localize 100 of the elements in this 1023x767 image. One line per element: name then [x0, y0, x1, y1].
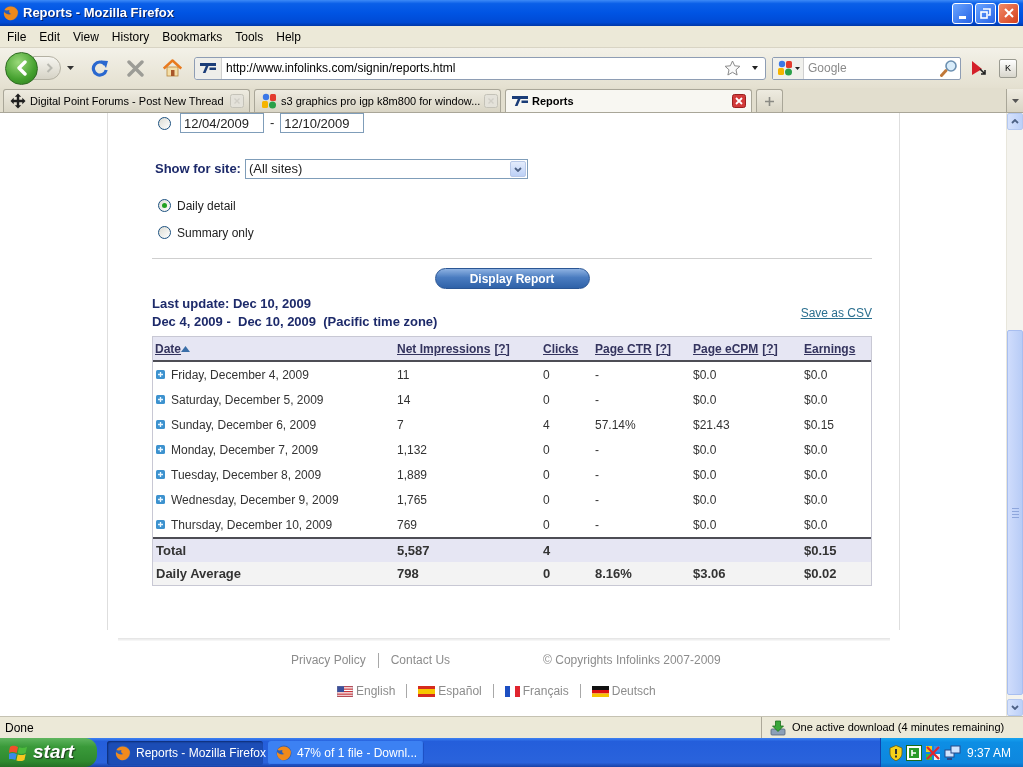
forward-button[interactable]: [33, 56, 61, 80]
dropdown-caret-icon: [1011, 98, 1019, 103]
stripes-logo-icon: [512, 93, 528, 109]
menu-item[interactable]: Help: [276, 27, 301, 46]
site-select[interactable]: (All sites): [244, 159, 528, 179]
table-cell: $0.15: [804, 417, 835, 432]
date-field[interactable]: 12/10/2009: [280, 113, 365, 133]
table-cell: Daily Average: [156, 565, 242, 581]
table-cell-text: Friday, December 4, 2009: [171, 366, 309, 384]
table-cell: $0.0: [693, 467, 717, 482]
restore-icon: [980, 7, 991, 19]
expand-icon[interactable]: [156, 495, 165, 504]
new-tab-button[interactable]: [756, 89, 783, 112]
language-link[interactable]: English: [356, 682, 396, 700]
expand-icon[interactable]: [156, 420, 165, 429]
table-cell: 1,132: [397, 442, 428, 457]
table-cell: 4: [543, 417, 550, 432]
minimize-button[interactable]: [952, 2, 973, 24]
sort-up-icon[interactable]: [181, 345, 190, 352]
search-field[interactable]: Google: [808, 60, 928, 76]
table-cell: 0: [543, 517, 550, 532]
start-button[interactable]: start: [0, 738, 97, 767]
dropdown-caret-icon[interactable]: [752, 66, 758, 70]
save-csv-link[interactable]: Save as CSV: [800, 304, 872, 322]
column-header-link[interactable]: Date: [155, 339, 190, 358]
help-link[interactable]: [?]: [494, 339, 510, 358]
download-status-text[interactable]: One active download (4 minutes remaining): [792, 719, 1005, 736]
menu-item[interactable]: Bookmarks: [162, 27, 223, 46]
stop-icon[interactable]: [127, 59, 144, 77]
tab[interactable]: s3 graphics pro igp k8m800 for window...: [254, 89, 501, 112]
close-tab-icon[interactable]: [732, 94, 746, 108]
table-cell: 1,765: [397, 492, 428, 507]
framed-square-icon[interactable]: [906, 744, 922, 761]
monitors-icon[interactable]: [944, 744, 961, 761]
menu-item[interactable]: Tools: [235, 27, 264, 46]
scroll-down-button[interactable]: [1007, 699, 1023, 716]
flag-icon: [591, 685, 609, 697]
date-field[interactable]: 12/04/2009: [180, 113, 264, 133]
radio-button[interactable]: [158, 116, 171, 130]
dropdown-caret-icon[interactable]: [67, 66, 74, 70]
expand-icon[interactable]: [156, 370, 165, 379]
scroll-up-button[interactable]: [1007, 113, 1023, 130]
list-tabs-button[interactable]: [1006, 89, 1023, 112]
taskbar-button[interactable]: 47% of 1 file - Downl...: [268, 740, 424, 765]
table-cell: 57.14%: [595, 417, 636, 432]
column-header-link[interactable]: Earnings: [804, 339, 856, 358]
search-icon[interactable]: [940, 59, 958, 77]
app-logo-icon: [276, 744, 292, 761]
display-report-button[interactable]: Display Report: [434, 268, 590, 289]
back-button[interactable]: [5, 51, 38, 85]
table-cell: 11: [397, 367, 410, 382]
menu-item[interactable]: View: [73, 27, 99, 46]
footer-link[interactable]: Privacy Policy: [291, 651, 366, 669]
diamond-arrows-icon: [10, 93, 26, 109]
download-icon[interactable]: [770, 719, 786, 736]
expand-icon[interactable]: [156, 470, 165, 479]
radio-button[interactable]: [158, 199, 171, 212]
column-header-link[interactable]: Page CTR: [595, 339, 652, 358]
extension-button[interactable]: K: [999, 58, 1017, 78]
menu-item[interactable]: File: [7, 27, 27, 46]
tab[interactable]: Reports: [505, 89, 752, 112]
language-link[interactable]: Español: [438, 682, 482, 700]
home-icon[interactable]: [163, 59, 182, 77]
dropdown-caret-icon[interactable]: [795, 66, 800, 70]
expand-icon[interactable]: [156, 520, 165, 529]
table-cell: 0: [543, 392, 550, 407]
column-header-link[interactable]: Clicks: [543, 339, 579, 358]
table-cell: $0.0: [804, 367, 828, 382]
restore-button[interactable]: [975, 2, 996, 24]
menu-item[interactable]: Edit: [39, 27, 61, 46]
expand-icon[interactable]: [156, 445, 165, 454]
menu-item[interactable]: History: [111, 27, 150, 46]
table-cell: 4: [543, 542, 551, 558]
column-header-link[interactable]: Page eCPM: [693, 339, 759, 358]
tiles-icon[interactable]: [925, 744, 941, 761]
help-link[interactable]: [?]: [655, 339, 671, 358]
k-arrow-icon[interactable]: [971, 60, 987, 76]
close-icon: [1003, 8, 1014, 18]
help-link[interactable]: [?]: [762, 339, 778, 358]
radio-button[interactable]: [158, 226, 171, 239]
expand-icon[interactable]: [156, 395, 165, 404]
arrow-right-icon: [45, 63, 53, 73]
shield-icon[interactable]: [889, 744, 903, 761]
star-icon[interactable]: [724, 60, 741, 76]
chevron-down-icon: [1011, 705, 1019, 710]
table-cell: -: [595, 367, 599, 382]
reload-icon[interactable]: [91, 59, 109, 77]
scrollbar-thumb[interactable]: [1007, 330, 1023, 695]
range-separator: -: [270, 114, 275, 133]
option-label[interactable]: Daily detail: [177, 196, 236, 215]
url-field[interactable]: http://www.infolinks.com/signin/reports.html: [194, 56, 766, 80]
language-link[interactable]: Français: [522, 682, 569, 700]
option-label[interactable]: Summary only: [177, 223, 254, 242]
table-cell: $0.0: [693, 492, 717, 507]
close-button[interactable]: [998, 2, 1019, 24]
search-box[interactable]: Google: [772, 56, 961, 80]
column-header-link[interactable]: Net Impressions: [397, 339, 491, 358]
footer-link[interactable]: Contact Us: [390, 651, 451, 669]
tab[interactable]: Digital Point Forums - Post New Thread: [3, 89, 250, 112]
language-link[interactable]: Deutsch: [611, 682, 656, 700]
